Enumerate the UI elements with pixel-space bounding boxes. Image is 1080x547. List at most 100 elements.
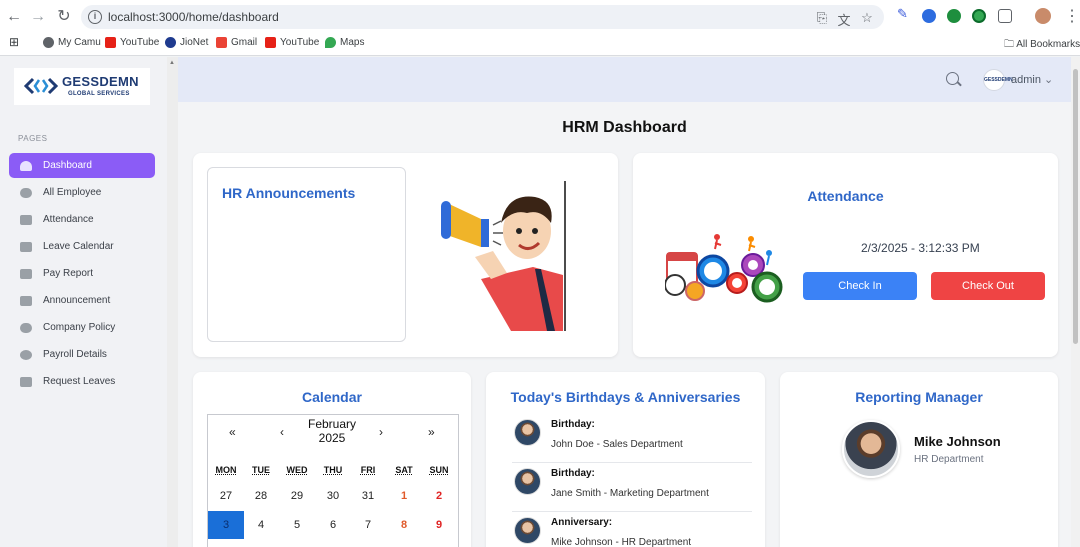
- bookmark-maps[interactable]: Maps: [325, 37, 364, 48]
- calendar-widget: « ‹ February 2025 › » MON TUE WED THU FR…: [207, 414, 459, 547]
- announcements-card: HR Announcements: [193, 153, 618, 357]
- chevron-down-icon: ⌄: [1044, 74, 1054, 86]
- reload-icon[interactable]: ↻: [54, 7, 74, 27]
- folder-icon: 🗀: [1004, 39, 1017, 50]
- avatar: [514, 517, 541, 544]
- pen-extension-icon[interactable]: ✎: [897, 6, 911, 21]
- layers-icon: [20, 376, 32, 387]
- top-header: GESSDEMN admin ⌄: [178, 57, 1071, 102]
- sidebar-item-request-leaves[interactable]: Request Leaves: [9, 369, 155, 394]
- install-app-icon[interactable]: ⎘: [814, 10, 830, 26]
- bookmark-star-icon[interactable]: ☆: [859, 10, 875, 26]
- calendar-day[interactable]: 9: [421, 511, 457, 539]
- avatar: [514, 419, 541, 446]
- profile-avatar-icon[interactable]: [1035, 8, 1051, 24]
- sidebar-item-pay-report[interactable]: Pay Report: [9, 261, 155, 286]
- attendance-title: Attendance: [807, 188, 884, 204]
- bookmark-youtube[interactable]: YouTube: [105, 37, 159, 48]
- layers-icon: [20, 268, 32, 279]
- address-bar[interactable]: i localhost:3000/home/dashboard ⎘ 文 ☆: [81, 5, 884, 29]
- people-icon: [20, 322, 32, 333]
- sidebar-item-attendance[interactable]: Attendance: [9, 207, 155, 232]
- calendar-day[interactable]: 8: [386, 511, 422, 539]
- sidebar-item-leave-calendar[interactable]: Leave Calendar: [9, 234, 155, 259]
- sidebar-item-company-policy[interactable]: Company Policy: [9, 315, 155, 340]
- bookmarks-bar: ⊞ My Camu YouTube JioNet Gmail YouTube M…: [0, 33, 1080, 56]
- calendar-day[interactable]: 4: [243, 511, 279, 539]
- search-icon[interactable]: [946, 72, 959, 85]
- page-scrollbar[interactable]: [1071, 57, 1080, 547]
- calendar-day-today[interactable]: 3: [208, 511, 244, 539]
- next-year-button[interactable]: »: [428, 425, 435, 439]
- layers-icon: [20, 241, 32, 252]
- user-menu[interactable]: admin ⌄: [1011, 73, 1053, 86]
- calendar-day[interactable]: 7: [350, 511, 386, 539]
- sidebar-item-announcement[interactable]: Announcement: [9, 288, 155, 313]
- layers-icon: [20, 295, 32, 306]
- jionet-icon: [165, 37, 176, 48]
- page-title: HRM Dashboard: [562, 119, 687, 136]
- forward-icon[interactable]: →: [28, 7, 48, 27]
- birthdays-title: Today's Birthdays & Anniversaries: [510, 389, 741, 405]
- extension-green-icon[interactable]: [947, 9, 961, 23]
- megaphone-person-illustration: [441, 181, 566, 331]
- calendar-day[interactable]: 28: [243, 482, 279, 510]
- prev-year-button[interactable]: «: [229, 425, 236, 439]
- manager-card: Reporting Manager Mike Johnson HR Depart…: [780, 372, 1058, 547]
- event-person: Jane Smith - Marketing Department: [551, 488, 709, 499]
- clocks-gears-illustration: [665, 234, 783, 303]
- bookmark-jionet[interactable]: JioNet: [165, 37, 208, 48]
- weekday-header: THU: [323, 465, 343, 475]
- weekday-header: TUE: [252, 465, 270, 475]
- check-out-button[interactable]: Check Out: [931, 272, 1045, 300]
- calendar-day[interactable]: 1: [386, 482, 422, 510]
- url-text: localhost:3000/home/dashboard: [108, 10, 279, 24]
- manager-avatar: [842, 420, 900, 478]
- sidebar: GESSDEMN GLOBAL SERVICES PAGES Dashboard…: [0, 57, 167, 547]
- check-in-button[interactable]: Check In: [803, 272, 917, 300]
- calendar-day[interactable]: 30: [315, 482, 351, 510]
- sidebar-item-all-employee[interactable]: All Employee: [9, 180, 155, 205]
- sidebar-item-dashboard[interactable]: Dashboard: [9, 153, 155, 178]
- company-logo[interactable]: GESSDEMN GLOBAL SERVICES: [14, 68, 150, 105]
- apps-grid-icon[interactable]: ⊞: [9, 35, 19, 49]
- calendar-day[interactable]: 5: [279, 511, 315, 539]
- weekday-header: SAT: [395, 465, 413, 475]
- list-item: Birthday: Jane Smith - Marketing Departm…: [512, 468, 754, 514]
- calendar-day[interactable]: 27: [208, 482, 244, 510]
- prev-month-button[interactable]: ‹: [280, 425, 284, 439]
- announcements-title: HR Announcements: [222, 185, 356, 201]
- logo-subtitle: GLOBAL SERVICES: [68, 91, 130, 97]
- translate-icon[interactable]: 文: [836, 10, 852, 29]
- sidebar-item-payroll-details[interactable]: Payroll Details: [9, 342, 155, 367]
- extensions-puzzle-icon[interactable]: [998, 9, 1012, 23]
- bookmark-youtube-2[interactable]: YouTube: [265, 37, 319, 48]
- calendar-day[interactable]: 6: [315, 511, 351, 539]
- all-bookmarks[interactable]: 🗀 All Bookmarks: [1004, 37, 1080, 54]
- gmail-icon: [216, 37, 227, 48]
- calendar-month-label[interactable]: February 2025: [292, 417, 372, 445]
- attendance-card: Attendance 2/3/2025 - 3:12:33 PM Check I…: [633, 153, 1058, 357]
- back-icon[interactable]: ←: [4, 7, 24, 27]
- event-person: Mike Johnson - HR Department: [551, 537, 692, 547]
- announcements-panel: HR Announcements: [207, 167, 406, 342]
- site-info-icon[interactable]: i: [88, 10, 102, 24]
- bookmark-my-camu[interactable]: My Camu: [43, 37, 101, 48]
- main-content: GESSDEMN admin ⌄ HRM Dashboard HR Announ…: [178, 57, 1071, 547]
- next-month-button[interactable]: ›: [379, 425, 383, 439]
- chrome-menu-icon[interactable]: ⋮: [1064, 6, 1080, 26]
- extension-whatsapp-icon[interactable]: [972, 9, 986, 23]
- calendar-day[interactable]: 2: [421, 482, 457, 510]
- scroll-up-arrow-icon[interactable]: ▲: [169, 60, 175, 66]
- calendar-day[interactable]: 31: [350, 482, 386, 510]
- browser-toolbar: ← → ↻ i localhost:3000/home/dashboard ⎘ …: [0, 0, 1080, 33]
- globe-icon: [43, 37, 54, 48]
- user-avatar[interactable]: GESSDEMN: [983, 69, 1013, 91]
- dashboard-icon: [20, 160, 32, 171]
- bookmark-gmail[interactable]: Gmail: [216, 37, 257, 48]
- divider: [512, 511, 752, 512]
- extension-blue-icon[interactable]: [922, 9, 936, 23]
- sidebar-scrollbar[interactable]: ▲: [167, 57, 178, 547]
- calendar-day[interactable]: 29: [279, 482, 315, 510]
- scrollbar-thumb[interactable]: [1073, 69, 1078, 344]
